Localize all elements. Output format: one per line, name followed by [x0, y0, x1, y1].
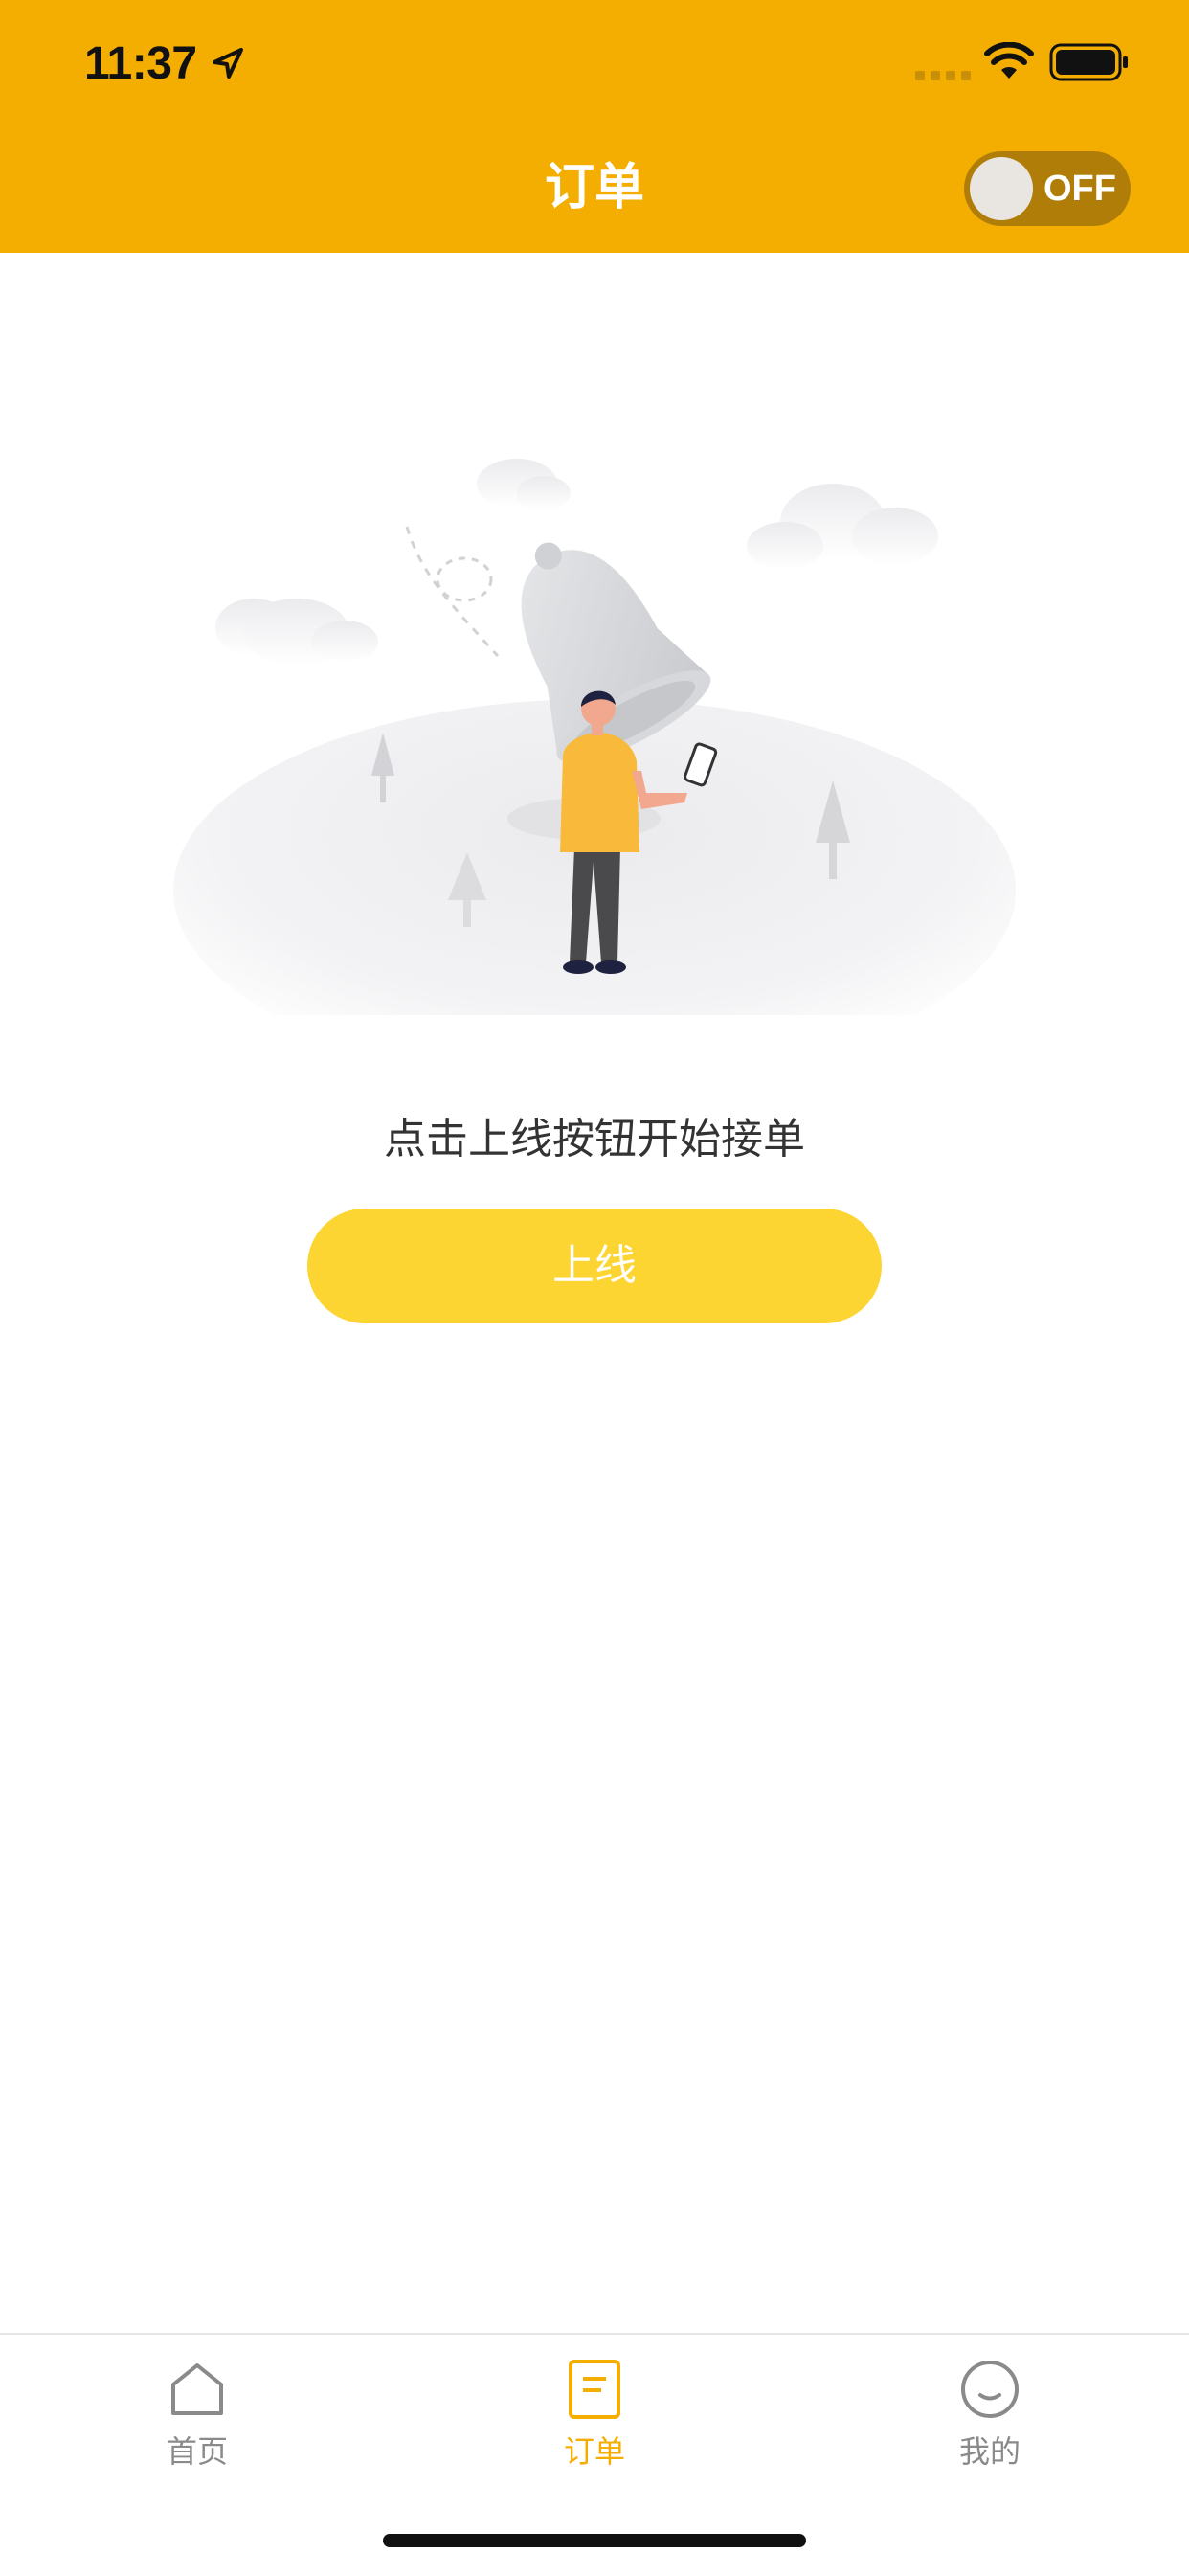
tab-orders[interactable]: 订单: [499, 2358, 690, 2492]
header-bar: 11:37 订单 OFF: [0, 0, 1189, 253]
wifi-icon: [984, 42, 1034, 79]
cloud-right: [747, 484, 938, 570]
location-arrow-icon: [212, 48, 243, 79]
toggle-label: OFF: [1043, 169, 1116, 209]
status-time-text: 11:37: [84, 37, 197, 89]
cloud-left: [215, 599, 378, 666]
status-bar-time: 11:37: [84, 34, 247, 92]
tab-mine[interactable]: 我的: [894, 2358, 1086, 2492]
online-status-toggle[interactable]: OFF: [964, 151, 1131, 226]
empty-state-hint: 点击上线按钮开始接单: [384, 1115, 805, 1164]
cloud-top: [477, 459, 571, 510]
person-with-bell-illustration: [173, 459, 1016, 1015]
home-indicator[interactable]: [383, 2534, 806, 2547]
tab-home-label: 首页: [166, 2433, 228, 2470]
home-icon: [171, 2363, 223, 2415]
tab-home[interactable]: 首页: [101, 2358, 293, 2492]
battery-icon: [1049, 43, 1128, 81]
toggle-knob: [970, 157, 1033, 220]
smile-face-icon: [961, 2361, 1019, 2418]
cellular-signal-icon: [915, 71, 971, 80]
tab-orders-label: 订单: [563, 2433, 625, 2470]
go-online-button[interactable]: 上线: [307, 1209, 882, 1323]
orders-icon: [569, 2360, 620, 2419]
tab-mine-label: 我的: [958, 2433, 1021, 2470]
